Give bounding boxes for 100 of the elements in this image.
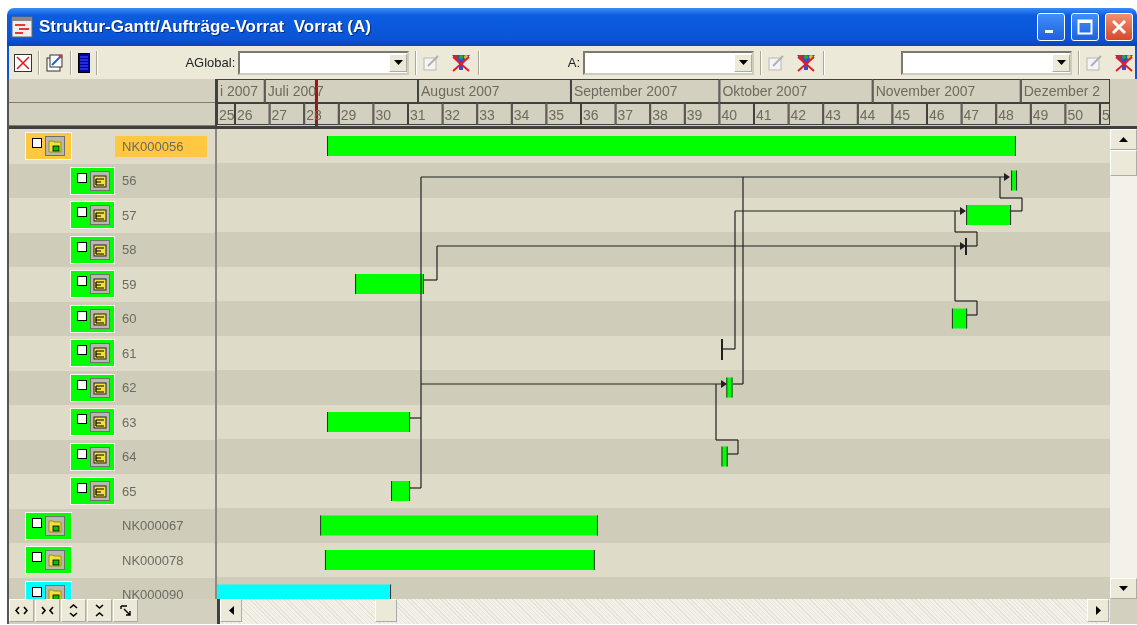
- edit-icon[interactable]: [46, 53, 64, 72]
- task-bar[interactable]: [951, 308, 968, 329]
- expand-button[interactable]: [9, 599, 34, 622]
- document-icon: [90, 446, 110, 467]
- node-label[interactable]: 59: [115, 273, 207, 295]
- filter-clear-icon[interactable]: [450, 52, 473, 73]
- task-bar[interactable]: [1011, 170, 1018, 191]
- scroll-right-button[interactable]: [1087, 599, 1109, 622]
- checkbox[interactable]: [77, 276, 87, 287]
- scroll-left-button[interactable]: [220, 599, 242, 622]
- week-header: 33: [477, 103, 512, 125]
- list-icon[interactable]: [78, 52, 90, 73]
- task-bar[interactable]: [327, 412, 411, 432]
- checkbox[interactable]: [32, 517, 42, 528]
- node-label[interactable]: NK000090: [115, 584, 207, 599]
- filter-dropdown[interactable]: [901, 50, 1072, 75]
- scrollbar-thumb[interactable]: [375, 599, 397, 622]
- tree-row[interactable]: 58: [9, 232, 215, 267]
- document-icon: [90, 170, 110, 191]
- arrow-down-icon: [1119, 586, 1128, 591]
- checkbox[interactable]: [77, 172, 87, 183]
- node-label[interactable]: 63: [115, 411, 207, 433]
- week-header: 32: [442, 103, 478, 125]
- filter-dropdown[interactable]: [583, 50, 754, 75]
- filter-clear-icon[interactable]: [1113, 52, 1135, 73]
- tree-row[interactable]: 60: [9, 301, 215, 336]
- week-header: 27: [269, 103, 305, 125]
- tree-row[interactable]: NK000078: [9, 543, 215, 578]
- scrollbar-thumb[interactable]: [1110, 150, 1137, 176]
- chevrons-in-icon: [41, 606, 54, 615]
- checkbox[interactable]: [77, 345, 87, 356]
- node-label[interactable]: 60: [115, 308, 207, 330]
- fit-button[interactable]: [113, 599, 138, 622]
- node-label[interactable]: 62: [115, 377, 207, 399]
- tree-row[interactable]: 63: [9, 405, 215, 440]
- node-label[interactable]: 56: [115, 170, 207, 192]
- month-header: August 2007: [418, 79, 571, 103]
- delete-icon[interactable]: [14, 53, 32, 72]
- task-bar[interactable]: [391, 481, 411, 501]
- arrow-left-icon: [228, 606, 234, 615]
- tree-row[interactable]: NK000067: [9, 508, 215, 543]
- node-label[interactable]: NK000078: [115, 549, 207, 571]
- tree-row[interactable]: NK000056: [9, 129, 215, 164]
- node-label[interactable]: NK000056: [115, 135, 207, 157]
- tree-row[interactable]: 59: [9, 267, 215, 302]
- document-icon: [90, 308, 110, 329]
- expand-vertical-button[interactable]: [61, 599, 86, 622]
- node-label[interactable]: 57: [115, 204, 207, 226]
- checkbox[interactable]: [77, 207, 87, 218]
- minimize-button[interactable]: [1037, 13, 1065, 41]
- checkbox[interactable]: [32, 138, 42, 149]
- caret-icon: [393, 60, 403, 65]
- month-header: i 2007: [217, 79, 265, 103]
- node-label[interactable]: NK000067: [115, 515, 207, 537]
- checkbox[interactable]: [77, 414, 87, 425]
- checkbox[interactable]: [32, 552, 42, 563]
- week-header: 31: [408, 103, 443, 125]
- filter-label: A:: [567, 55, 580, 70]
- scroll-up-button[interactable]: [1110, 129, 1137, 150]
- tree-row[interactable]: 61: [9, 336, 215, 371]
- task-bar[interactable]: [355, 274, 424, 294]
- node-label[interactable]: 58: [115, 239, 207, 261]
- week-header: 40: [719, 103, 754, 125]
- checkbox[interactable]: [77, 448, 87, 459]
- filter-dropdown[interactable]: [238, 50, 410, 75]
- checkbox[interactable]: [32, 586, 42, 597]
- document-icon: [90, 239, 110, 260]
- checkbox[interactable]: [77, 241, 87, 252]
- week-header: 41: [754, 103, 789, 125]
- tree-row[interactable]: 57: [9, 198, 215, 233]
- collapse-vertical-button[interactable]: [87, 599, 112, 622]
- task-bar[interactable]: [721, 446, 728, 467]
- week-header: 49: [1030, 103, 1066, 125]
- chevrons-out-icon: [15, 606, 28, 615]
- filter-clear-icon[interactable]: [795, 52, 817, 73]
- tree-row[interactable]: NK000090: [9, 577, 215, 599]
- milestone-marker: [965, 237, 967, 256]
- week-header: 26: [235, 103, 270, 125]
- maximize-button[interactable]: [1071, 13, 1099, 41]
- checkbox[interactable]: [77, 379, 87, 390]
- tree-row[interactable]: 64: [9, 439, 215, 474]
- month-header: Oktober 2007: [719, 79, 873, 103]
- folder-icon: [45, 136, 65, 157]
- task-bar[interactable]: [726, 377, 733, 398]
- close-button[interactable]: [1105, 13, 1133, 41]
- task-bar[interactable]: [966, 205, 1012, 225]
- node-label[interactable]: 64: [115, 446, 207, 468]
- node-label[interactable]: 65: [115, 480, 207, 502]
- tree-row[interactable]: 65: [9, 474, 215, 509]
- document-icon: [90, 343, 110, 364]
- node-label[interactable]: 61: [115, 342, 207, 364]
- maximize-icon: [1077, 19, 1093, 35]
- collapse-button[interactable]: [35, 599, 60, 622]
- scroll-down-button[interactable]: [1110, 578, 1137, 599]
- horizontal-scrollbar[interactable]: [217, 599, 1110, 624]
- checkbox[interactable]: [77, 310, 87, 321]
- tree-row[interactable]: 56: [9, 163, 215, 198]
- tree-row[interactable]: 62: [9, 370, 215, 405]
- week-header: 34: [511, 103, 547, 125]
- checkbox[interactable]: [77, 483, 87, 494]
